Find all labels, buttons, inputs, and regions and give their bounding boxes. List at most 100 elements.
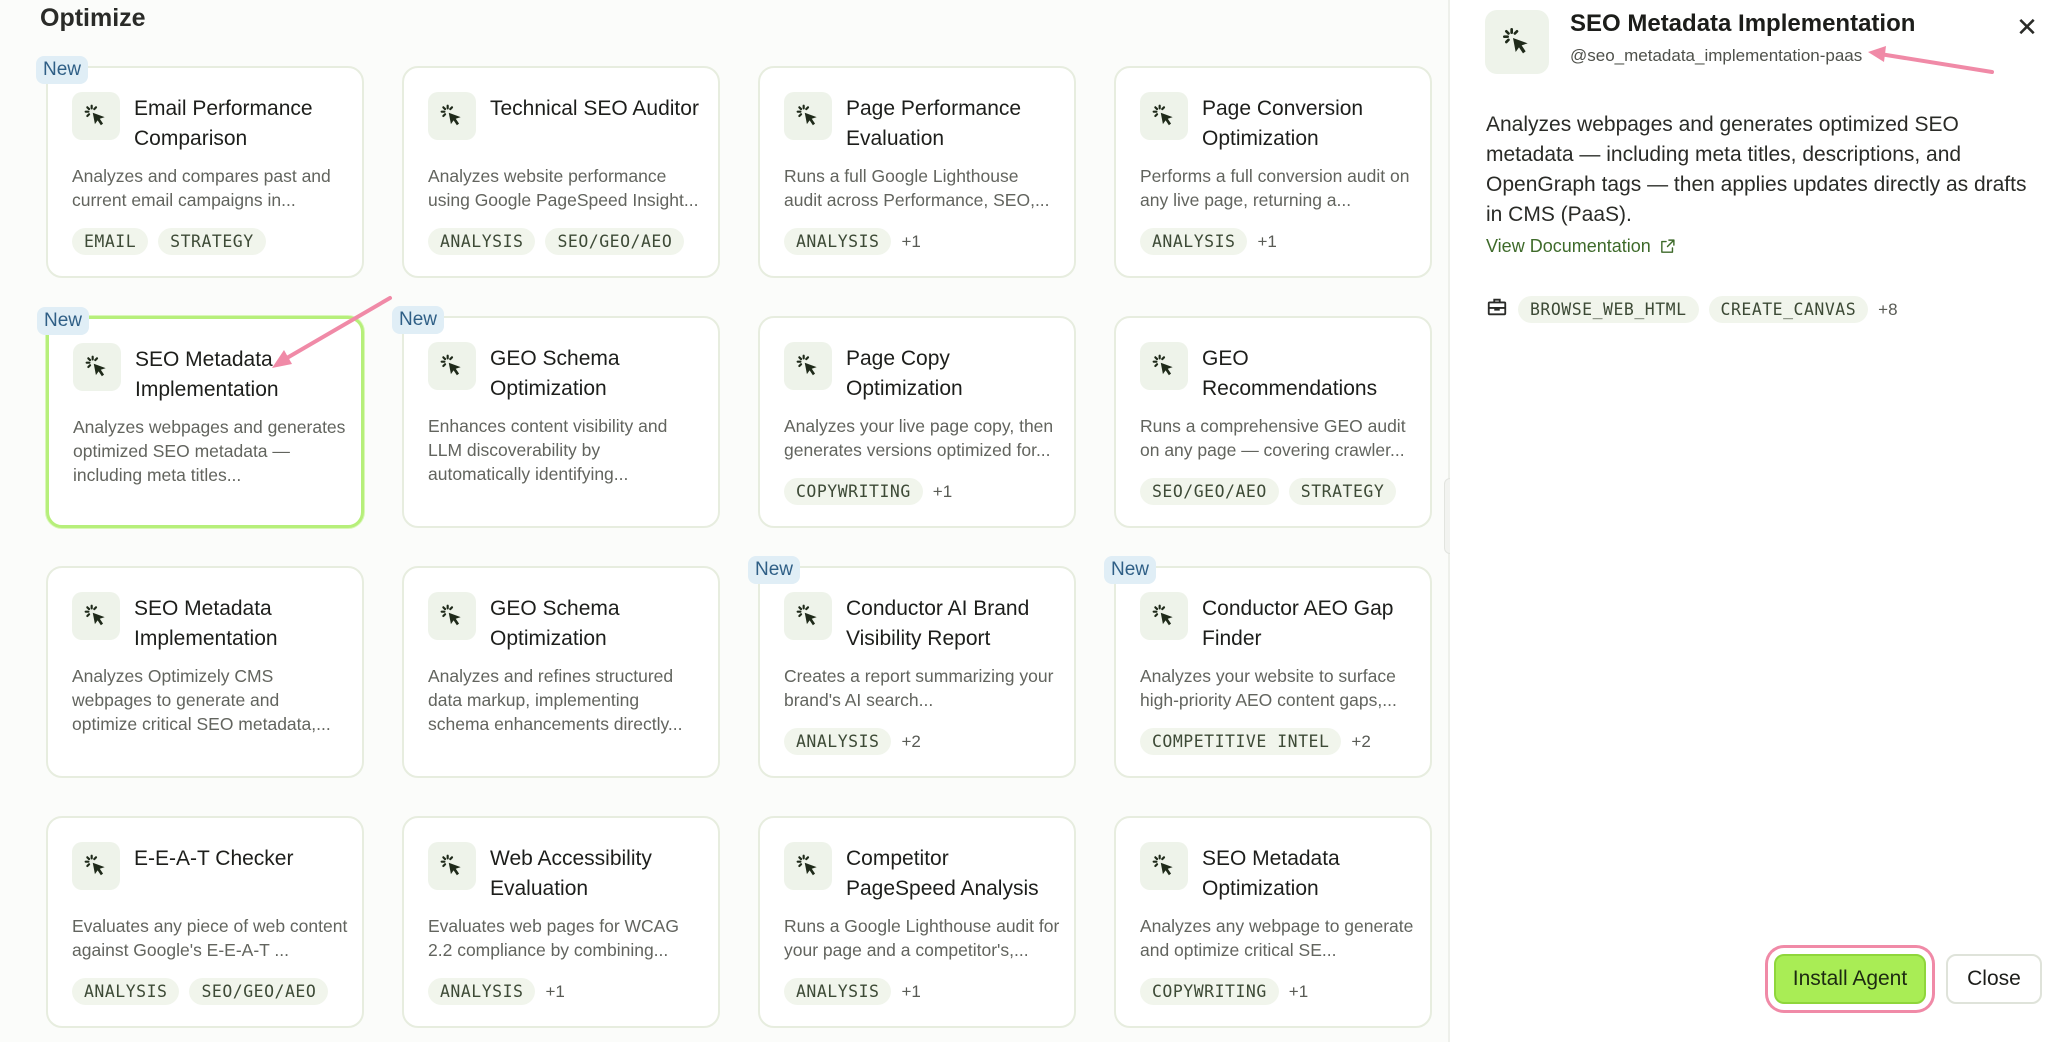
sparkle-cursor-icon [73, 343, 121, 391]
card-title: Technical SEO Auditor [490, 97, 699, 120]
sparkle-cursor-icon [1140, 842, 1188, 890]
sparkle-cursor-icon [72, 842, 120, 890]
card-title: Page Performance Evaluation [846, 97, 1022, 150]
more-tags-count: +1 [1257, 231, 1277, 251]
agent-card[interactable]: Page Copy Optimization Analyzes your live… [758, 316, 1076, 528]
sparkle-cursor-icon [1140, 92, 1188, 140]
sparkle-cursor-icon [428, 92, 476, 140]
card-tags: ANALYSIS +2 [784, 728, 921, 755]
toolbox-icon [1486, 296, 1508, 323]
card-title: Web Accessibility Evaluation [490, 847, 652, 900]
agent-card[interactable]: Web Accessibility Evaluation Evaluates we… [402, 816, 720, 1028]
view-documentation-link[interactable]: View Documentation [1486, 236, 1676, 257]
card-description: Creates a report summarizing your brand'… [784, 666, 1054, 710]
category-tag: ANALYSIS [428, 978, 536, 1005]
agent-card[interactable]: Technical SEO Auditor Analyzes website pe… [402, 66, 720, 278]
sparkle-cursor-icon [428, 592, 476, 640]
more-tags-count: +2 [901, 731, 921, 751]
sparkle-cursor-icon [72, 592, 120, 640]
category-tag: EMAIL [72, 228, 149, 255]
external-link-icon [1660, 239, 1675, 253]
agent-card[interactable]: Page Conversion Optimization Performs a f… [1114, 66, 1432, 278]
card-description: Analyzes website performance using Googl… [428, 166, 699, 210]
category-tag: SEO/GEO/AEO [1140, 478, 1279, 505]
agent-card[interactable]: GEO Schema Optimization Analyzes and refi… [402, 566, 720, 778]
tool-list: BROWSE_WEB_HTML CREATE_CANVAS +8 [1486, 296, 1898, 323]
card-description: Analyzes webpages and generates optimize… [73, 417, 346, 485]
sparkle-cursor-icon [784, 842, 832, 890]
card-description: Runs a full Google Lighthouse audit acro… [784, 166, 1050, 210]
agent-card[interactable]: E-E-A-T Checker Evaluates any piece of we… [46, 816, 364, 1028]
agent-card[interactable]: New Conductor AI Brand Visibility Report C… [748, 556, 1076, 778]
sparkle-cursor-icon [1485, 10, 1549, 74]
sparkle-cursor-icon [1140, 592, 1188, 640]
card-tags: ANALYSIS +1 [784, 978, 921, 1005]
agent-card[interactable]: SEO Metadata Implementation Analyzes Opti… [46, 566, 364, 778]
card-title: GEO Schema Optimization [490, 597, 620, 650]
card-title: Conductor AI Brand Visibility Report [846, 597, 1030, 650]
category-tag: ANALYSIS [1140, 228, 1248, 255]
card-tags: EMAIL STRATEGY [72, 228, 266, 255]
card-tags: ANALYSIS SEO/GEO/AEO [72, 978, 329, 1005]
install-agent-button[interactable]: Install Agent [1774, 954, 1926, 1004]
card-description: Evaluates any piece of web content again… [72, 916, 348, 960]
close-icon[interactable]: ✕ [2012, 12, 2042, 42]
card-title: Email Performance Comparison [134, 97, 313, 150]
card-tags: COPYWRITING +1 [784, 478, 952, 505]
tools-more-count: +8 [1878, 299, 1898, 319]
agent-card[interactable]: Competitor PageSpeed Analysis Runs a Goog… [758, 816, 1076, 1028]
sparkle-cursor-icon [72, 92, 120, 140]
card-title: Competitor PageSpeed Analysis [846, 847, 1039, 900]
more-tags-count: +2 [1351, 731, 1371, 751]
sparkle-cursor-icon [784, 92, 832, 140]
new-badge: New [392, 306, 445, 334]
card-description: Analyzes Optimizely CMS webpages to gene… [72, 666, 331, 734]
more-tags-count: +1 [901, 231, 921, 251]
more-tags-count: +1 [1288, 981, 1309, 1001]
card-tags: ANALYSIS SEO/GEO/AEO [428, 228, 685, 255]
agent-card[interactable]: SEO Metadata Optimization Analyzes any we… [1114, 816, 1432, 1028]
new-badge: New [36, 56, 89, 84]
tool-tag: BROWSE_WEB_HTML [1518, 296, 1699, 323]
card-title: SEO Metadata Implementation [134, 597, 278, 650]
agent-detail-panel: SEO Metadata Implementation @seo_metadat… [1450, 0, 2054, 1042]
sparkle-cursor-icon [1140, 342, 1188, 390]
card-description: Analyzes your website to surface high-pr… [1140, 666, 1397, 710]
agent-card[interactable]: GEO Recommendations Runs a comprehensive … [1114, 316, 1432, 528]
close-button[interactable]: Close [1946, 954, 2042, 1004]
detail-title: SEO Metadata Implementation [1570, 10, 1916, 37]
card-description: Enhances content visibility and LLM disc… [428, 416, 668, 484]
agent-card[interactable]: New Conductor AEO Gap Finder Analyzes your… [1104, 556, 1432, 778]
card-title: Page Copy Optimization [846, 347, 963, 400]
agent-card[interactable]: Page Performance Evaluation Runs a full G… [758, 66, 1076, 278]
agent-card[interactable]: New GEO Schema Optimization Enhances conte… [392, 306, 720, 528]
card-tags: ANALYSIS +1 [1140, 228, 1277, 255]
category-tag: COMPETITIVE INTEL [1140, 728, 1342, 755]
section-title: Optimize [40, 4, 146, 32]
tool-tag: CREATE_CANVAS [1708, 296, 1869, 323]
category-tag: STRATEGY [1288, 478, 1397, 505]
detail-description: Analyzes webpages and generates optimize… [1486, 113, 2027, 226]
agent-card[interactable]: New Email Performance Comparison Analyzes … [36, 56, 364, 278]
card-title: E-E-A-T Checker [134, 847, 294, 870]
card-title: Conductor AEO Gap Finder [1202, 597, 1394, 650]
category-tag: ANALYSIS [784, 228, 892, 255]
category-tag: SEO/GEO/AEO [189, 978, 329, 1005]
card-description: Runs a comprehensive GEO audit on any pa… [1140, 416, 1406, 460]
card-title: SEO Metadata Implementation [135, 348, 279, 401]
card-title: Page Conversion Optimization [1202, 97, 1364, 150]
agent-card[interactable]: New SEO Metadata Implementation Analyzes w… [37, 307, 364, 528]
sparkle-cursor-icon [784, 592, 832, 640]
card-description: Analyzes any webpage to generate and opt… [1140, 916, 1414, 960]
category-tag: COPYWRITING [1140, 978, 1279, 1005]
more-tags-count: +1 [545, 981, 565, 1001]
card-tags: ANALYSIS +1 [784, 228, 921, 255]
detail-handle: @seo_metadata_implementation-paas [1570, 46, 1863, 65]
card-tags: ANALYSIS +1 [428, 978, 565, 1005]
new-badge: New [37, 307, 90, 335]
category-tag: ANALYSIS [784, 728, 892, 755]
sparkle-cursor-icon [428, 842, 476, 890]
card-description: Analyzes and refines structured data mar… [428, 666, 683, 734]
card-description: Evaluates web pages for WCAG 2.2 complia… [428, 916, 679, 960]
sparkle-cursor-icon [784, 342, 832, 390]
